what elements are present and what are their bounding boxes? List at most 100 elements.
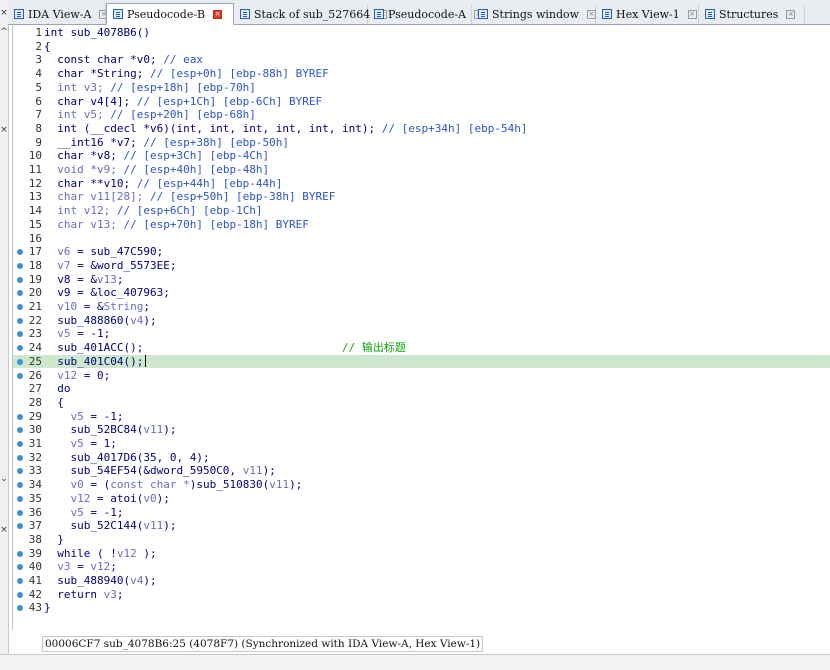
code-line[interactable]: 38 } <box>13 533 830 547</box>
line-number: 21 <box>28 300 42 313</box>
code-text: v12 = 0; <box>44 369 110 383</box>
close-icon[interactable]: × <box>786 9 796 19</box>
code-token: v5 <box>44 437 84 450</box>
code-line[interactable]: 19 v8 = &v13; <box>13 273 830 287</box>
line-number: 39 <box>28 546 42 560</box>
code-line[interactable]: 2{ <box>13 40 830 54</box>
code-token: return <box>44 587 104 601</box>
line-number: 13 <box>28 190 42 204</box>
line-number: 33 <box>28 464 42 478</box>
code-line[interactable]: 23 v5 = -1; <box>13 327 830 341</box>
code-line[interactable]: 34 v0 = (const char *)sub_510830(v11); <box>13 478 830 492</box>
code-text: int (__cdecl *v6)(int, int, int, int, in… <box>44 122 527 136</box>
code-line[interactable]: 1 int sub_4078B6() <box>13 26 830 40</box>
code-line[interactable]: 29 v5 = -1; <box>13 410 830 424</box>
tab-label: IDA View-A <box>28 7 92 21</box>
code-line[interactable]: 32 sub_4017D6(35, 0, 4); <box>13 451 830 465</box>
line-number: 1 <box>35 26 42 39</box>
code-line[interactable]: 16 <box>13 232 830 246</box>
code-line[interactable]: 26 v12 = 0; <box>13 369 830 383</box>
code-comment: // [esp+34h] [ebp-54h] <box>381 121 528 135</box>
code-token: ); <box>156 491 170 505</box>
code-token: const char *v0; <box>44 53 164 67</box>
line-number: 28 <box>28 395 42 409</box>
code-text: char v4[4]; // [esp+1Ch] [ebp-6Ch] BYREF <box>44 95 322 109</box>
code-line[interactable]: 9 __int16 *v7; // [esp+38h] [ebp-50h] <box>13 136 830 150</box>
code-line[interactable]: 41 sub_488940(v4); <box>13 574 830 588</box>
code-line[interactable]: 25 sub_401C04(); <box>13 354 830 369</box>
code-line[interactable]: 13 char v11[28]; // [esp+50h] [ebp-38h] … <box>13 190 830 204</box>
code-token: v5 <box>44 505 84 519</box>
code-line[interactable]: 20 v9 = &loc_407963; <box>13 286 830 300</box>
dock-mark[interactable]: × <box>0 125 8 135</box>
code-line[interactable]: 40 v3 = v12; <box>13 560 830 574</box>
code-line[interactable]: 15 char v13; // [esp+70h] [ebp-18h] BYRE… <box>13 218 830 232</box>
code-token: } <box>44 601 51 615</box>
code-line[interactable]: 27 do <box>13 382 830 396</box>
code-token: sub_52BC84( <box>44 423 144 437</box>
dock-mark[interactable]: ⌄ <box>0 474 8 484</box>
code-token: ); <box>163 519 177 533</box>
code-line[interactable]: 31 v5 = 1; <box>13 437 830 451</box>
line-number: 24 <box>28 341 42 355</box>
code-line[interactable]: 7 int v5; // [esp+20h] [ebp-68h] <box>13 108 830 122</box>
left-dock-strip: × ^ × ⌄ × <box>0 0 9 669</box>
dock-mark[interactable]: ^ <box>0 27 8 37</box>
code-token: = &word_5573EE; <box>70 258 177 272</box>
code-line[interactable]: 10 char *v8; // [esp+3Ch] [ebp-4Ch] <box>13 149 830 163</box>
line-number: 5 <box>35 80 42 94</box>
code-token: v4 <box>130 574 144 587</box>
tab-pseudocode-a[interactable]: Pseudocode-A× <box>368 4 484 24</box>
tab-hex-view-1[interactable]: Hex View-1 × <box>596 4 699 24</box>
dock-mark[interactable]: × <box>0 8 8 18</box>
line-number: 41 <box>28 574 42 587</box>
code-line[interactable]: 35 v12 = atoi(v0); <box>13 492 830 506</box>
line-number: 22 <box>28 313 42 327</box>
code-line[interactable]: 21 v10 = &String; <box>13 300 830 314</box>
code-line[interactable]: 39 while ( !v12 ); <box>13 547 830 561</box>
code-line[interactable]: 18 v7 = &word_5573EE; <box>13 259 830 273</box>
code-token: = ( <box>83 478 111 492</box>
pseudocode-view[interactable]: 1 int sub_4078B6() 2{3 const char *v0; // … <box>12 24 830 630</box>
code-line[interactable]: 22 sub_488860(v4); <box>13 314 830 328</box>
code-line[interactable]: 14 int v12; // [esp+6Ch] [ebp-1Ch] <box>13 204 830 218</box>
code-line[interactable]: 4 char *String; // [esp+0h] [ebp-88h] BY… <box>13 67 830 81</box>
code-line[interactable]: 42 return v3; <box>13 588 830 602</box>
code-token: __int16 *v7; <box>44 135 144 149</box>
code-line[interactable]: 5 int v3; // [esp+18h] [ebp-70h] <box>13 81 830 95</box>
code-comment: // 输出标题 <box>342 341 406 355</box>
code-line[interactable]: 43} <box>13 601 830 615</box>
code-token: sub_4017D6(35, 0, 4); <box>44 450 210 464</box>
close-icon[interactable]: × <box>687 9 697 19</box>
tab-pseudocode-b[interactable]: Pseudocode-B × <box>106 3 234 25</box>
code-line[interactable]: 3 const char *v0; // eax <box>13 53 830 67</box>
code-line[interactable]: 36 v5 = -1; <box>13 506 830 520</box>
close-icon[interactable]: × <box>213 9 223 19</box>
code-text: char v13; // [esp+70h] [ebp-18h] BYREF <box>44 218 309 232</box>
tab-stack-of-sub-527664[interactable]: Stack of sub_527664× <box>234 4 388 24</box>
line-number: 9 <box>35 135 42 149</box>
code-line[interactable]: 8 int (__cdecl *v6)(int, int, int, int, … <box>13 122 830 136</box>
code-token: v0 <box>143 491 157 505</box>
code-line[interactable]: 28 { <box>13 396 830 410</box>
dock-mark[interactable]: × <box>0 525 8 535</box>
tab-structures[interactable]: Structures × <box>699 4 805 24</box>
code-line[interactable]: 11 void *v9; // [esp+40h] [ebp-48h] <box>13 163 830 177</box>
code-line[interactable]: 33 sub_54EF54(&dword_5950C0, v11); <box>13 464 830 478</box>
close-icon[interactable]: × <box>587 9 597 19</box>
code-text: sub_401C04(); <box>44 354 147 369</box>
code-line[interactable]: 17 v6 = sub_47C590; <box>13 245 830 259</box>
code-text: } <box>44 601 51 615</box>
code-line[interactable]: 30 sub_52BC84(v11); <box>13 423 830 437</box>
tab-ida-view-a[interactable]: IDA View-A × <box>8 4 109 24</box>
tab-strings-window[interactable]: Strings window × <box>472 4 597 24</box>
code-token: = <box>70 560 91 574</box>
tab-label: Pseudocode-B <box>127 7 206 21</box>
code-line[interactable]: 6 char v4[4]; // [esp+1Ch] [ebp-6Ch] BYR… <box>13 95 830 109</box>
code-text: sub_52C144(v11); <box>44 519 176 533</box>
bottom-scroll-area <box>0 654 830 670</box>
code-text: char **v10; // [esp+44h] [ebp-44h] <box>44 177 282 191</box>
code-line[interactable]: 37 sub_52C144(v11); <box>13 519 830 533</box>
code-line[interactable]: 12 char **v10; // [esp+44h] [ebp-44h] <box>13 177 830 191</box>
code-line[interactable]: 24 sub_401ACC(); // 输出标题 <box>13 341 830 355</box>
